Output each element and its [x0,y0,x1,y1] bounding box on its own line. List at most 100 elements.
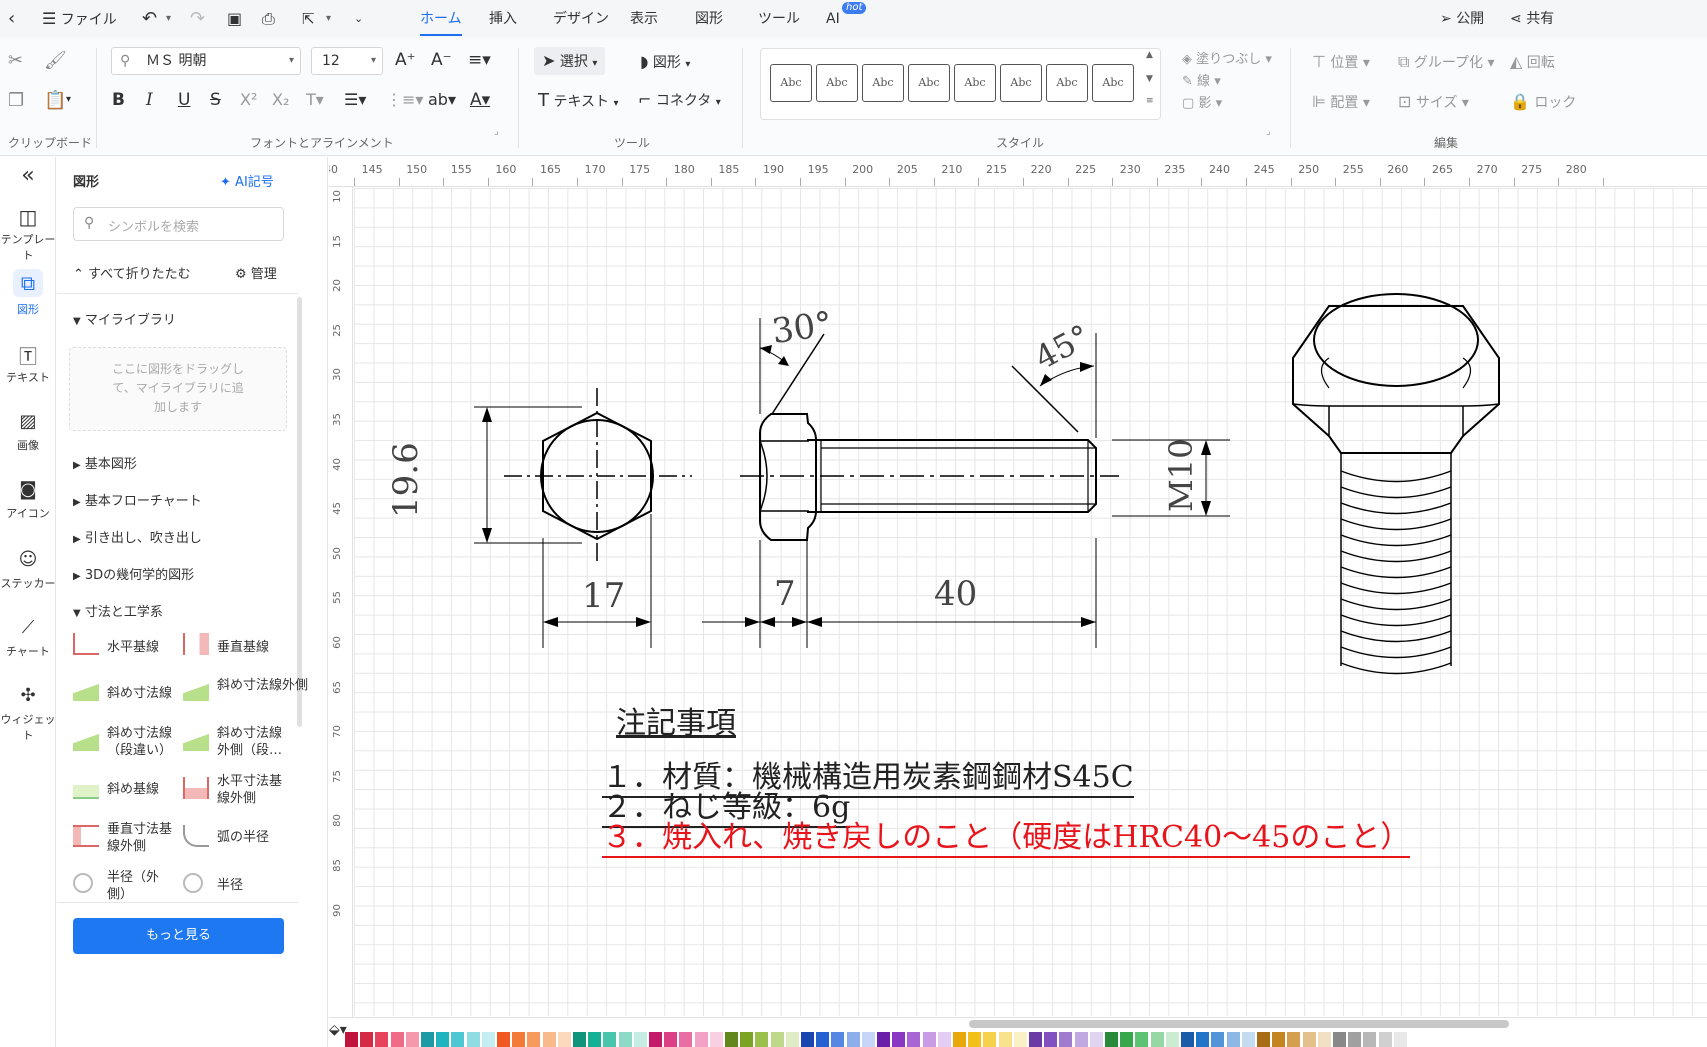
category-basic-flowchart[interactable]: ▶ 基本フローチャート [73,490,202,509]
subscript-icon[interactable]: X₂ [272,90,289,109]
color-swatch[interactable] [375,1032,389,1047]
color-swatch[interactable] [345,1032,358,1047]
collapse-panel-icon[interactable]: « [0,163,56,188]
font-name-select[interactable]: ⚲ ＭＳ 明朝 ▾ [111,47,301,75]
rail-template[interactable]: ◫ テンプレート [0,205,56,263]
color-swatch[interactable] [1044,1032,1058,1047]
group-button[interactable]: ⧉ グループ化 ▾ [1398,52,1495,72]
share-button[interactable]: ⋖ 共有 [1510,0,1554,38]
color-swatch[interactable] [436,1032,450,1047]
color-swatch[interactable] [405,1032,419,1047]
back-icon[interactable]: ‹ [8,0,15,38]
tab-shape[interactable]: 図形 [695,0,723,38]
category-3d-shapes[interactable]: ▶ 3Dの幾何学的図形 [73,564,194,583]
expand-icon[interactable]: ⌟ [1266,126,1271,137]
tab-insert[interactable]: 挿入 [489,0,517,38]
text-style-icon[interactable]: T▾ [306,90,324,109]
collapse-all-button[interactable]: ⌃ すべて折りたたむ [73,263,191,282]
color-swatch[interactable] [907,1032,921,1047]
select-tool-button[interactable]: ➤ 選択 ▾ [534,47,606,75]
color-swatch[interactable] [983,1032,997,1047]
color-swatch[interactable] [451,1032,465,1047]
scroll-up-icon[interactable]: ▲ [1146,50,1153,60]
tab-view[interactable]: 表示 [630,0,658,38]
color-swatch[interactable] [1302,1032,1316,1047]
color-swatch[interactable] [1120,1032,1134,1047]
style-swatch[interactable]: Abc [1000,64,1042,102]
color-swatch[interactable] [922,1032,936,1047]
color-swatch[interactable] [633,1032,647,1047]
color-swatch[interactable] [1089,1032,1103,1047]
strikethrough-icon[interactable]: S [210,90,221,110]
color-swatch[interactable] [1272,1032,1286,1047]
chevron-down-icon[interactable]: ▾ [166,0,171,38]
color-swatch[interactable] [1317,1032,1331,1047]
rail-image[interactable]: ▨ 画像 [0,411,56,453]
tab-design[interactable]: デザイン [553,0,609,38]
export-icon[interactable]: ⇱ [302,0,315,38]
drawing-canvas[interactable]: 19.6 17 30° 45° 7 40 M10 注記事項 １．材質：機械構造用… [354,188,1707,1016]
rail-widget[interactable]: ✣ ウィジェット [0,685,56,743]
dim-label-m10[interactable]: M10 [1162,439,1200,512]
fill-button[interactable]: ◈ 塗りつぶし ▾ [1182,48,1272,67]
color-swatch[interactable] [861,1032,875,1047]
more-icon[interactable]: ⌄ [354,0,363,38]
color-swatch[interactable] [421,1032,434,1047]
color-swatch[interactable] [968,1032,982,1047]
color-swatch[interactable] [953,1032,966,1047]
tab-ai[interactable]: AI [826,0,840,38]
color-swatch[interactable] [557,1032,571,1047]
rail-text[interactable]: 🅃 テキスト [0,343,56,385]
color-swatch[interactable] [801,1032,814,1047]
horizontal-scrollbar[interactable] [969,1020,1509,1028]
chevron-down-icon[interactable]: ▾ [326,0,331,38]
rail-icons[interactable]: ◙ アイコン [0,479,56,521]
color-swatch[interactable] [1333,1032,1346,1047]
tab-tools[interactable]: ツール [758,0,800,38]
category-my-library[interactable]: ▼ マイライブラリ [73,309,176,328]
color-swatch[interactable] [664,1032,678,1047]
color-swatch[interactable] [1181,1032,1194,1047]
manage-button[interactable]: ⚙ 管理 [235,263,277,282]
color-swatch[interactable] [892,1032,906,1047]
note-heat-treatment[interactable]: ３．焼入れ、焼き戻しのこと（硬度はHRC40～45のこと） [602,812,1411,858]
color-swatch[interactable] [497,1032,510,1047]
style-swatch[interactable]: Abc [816,64,858,102]
color-swatch[interactable] [831,1032,845,1047]
color-swatch[interactable] [1257,1032,1270,1047]
scroll-down-icon[interactable]: ▼ [1146,74,1153,84]
color-swatch[interactable] [679,1032,693,1047]
color-swatch[interactable] [603,1032,617,1047]
connector-tool-button[interactable]: ⌐ コネクタ ▾ [638,90,721,110]
size-button[interactable]: ⊡ サイズ ▾ [1398,92,1469,112]
color-swatch[interactable] [1211,1032,1225,1047]
style-swatch[interactable]: Abc [1046,64,1088,102]
color-swatch[interactable] [755,1032,769,1047]
color-swatch[interactable] [573,1032,586,1047]
rail-shapes[interactable]: ⧉ 図形 [0,269,56,317]
dim-label-30deg[interactable]: 30° [770,304,835,352]
cut-icon[interactable]: ✂ [8,50,23,71]
publish-button[interactable]: ➢ 公開 [1440,0,1484,38]
symbol-search-input[interactable]: ⚲ シンボルを検索 [73,207,284,241]
text-case-icon[interactable]: ab▾ [428,90,456,109]
color-swatch[interactable] [1074,1032,1088,1047]
rail-chart[interactable]: ⟋ チャート [0,617,56,659]
font-size-select[interactable]: 12 ▾ [311,47,383,75]
color-swatch[interactable] [1150,1032,1164,1047]
color-swatch[interactable] [1363,1032,1377,1047]
color-swatch[interactable] [725,1032,738,1047]
notes-title[interactable]: 注記事項 [616,698,736,742]
color-swatch[interactable] [694,1032,708,1047]
print-icon[interactable]: ⎙ [262,0,275,38]
underline-icon[interactable]: U [178,90,190,110]
expand-icon[interactable]: ⌟ [494,126,499,137]
gallery-more-icon[interactable]: ≡ [1146,96,1154,106]
line-button[interactable]: ✎ 線 ▾ [1182,70,1221,89]
color-swatch[interactable] [740,1032,754,1047]
color-swatch[interactable] [785,1032,799,1047]
style-swatch[interactable]: Abc [1092,64,1134,102]
redo-icon[interactable]: ↷ [190,0,205,38]
color-swatch[interactable] [588,1032,602,1047]
align-button[interactable]: ⊫ 配置 ▾ [1312,92,1370,112]
